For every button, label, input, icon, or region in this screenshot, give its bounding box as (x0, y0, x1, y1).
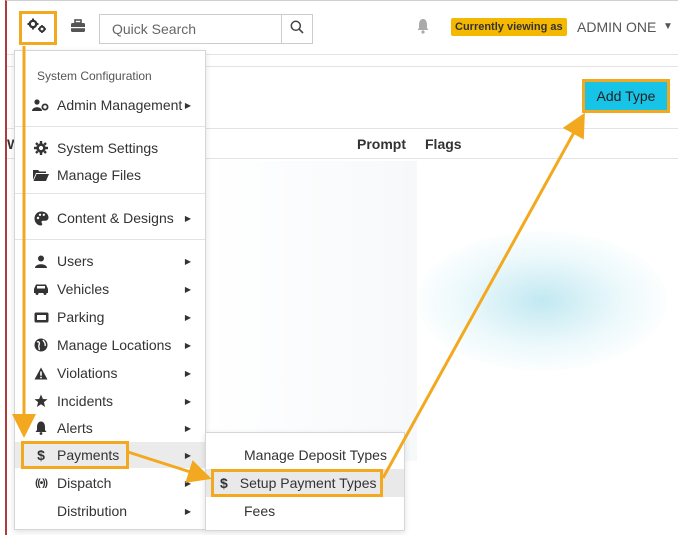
menu-item-distribution[interactable]: Distribution ▶ (15, 498, 205, 524)
broadcast-icon: ((•)) (35, 477, 48, 489)
bell-icon (31, 421, 51, 435)
menu-item-label: Incidents (57, 393, 114, 409)
column-header-flags[interactable]: Flags (425, 136, 462, 152)
menu-item-label: Vehicles (57, 281, 110, 297)
search-icon (290, 20, 304, 39)
chevron-right-icon: ▶ (184, 423, 191, 433)
menu-item-label: Dispatch (57, 475, 112, 491)
chevron-right-icon: ▶ (184, 312, 191, 322)
star-icon (31, 394, 51, 408)
car-icon (31, 283, 51, 295)
menu-item-violations[interactable]: Violations ▶ (15, 360, 205, 386)
system-config-button[interactable] (19, 11, 57, 45)
gear-icon (31, 141, 51, 155)
system-config-menu: System Configuration Admin Management ▶ … (14, 50, 206, 530)
menu-divider (15, 193, 205, 194)
warning-icon (31, 367, 51, 380)
chevron-right-icon: ▶ (184, 213, 191, 223)
viewing-as-badge: Currently viewing as (451, 18, 567, 36)
current-user-dropdown[interactable]: ADMIN ONE (577, 19, 656, 35)
globe-icon (31, 338, 51, 352)
menu-item-manage-locations[interactable]: Manage Locations ▶ (15, 332, 205, 358)
menu-item-label: Users (57, 253, 94, 269)
menu-item-label: Violations (57, 365, 118, 381)
menu-item-label: Alerts (57, 420, 93, 436)
menu-item-label: Manage Locations (57, 337, 172, 353)
chevron-right-icon: ▶ (184, 100, 191, 110)
menu-item-dispatch[interactable]: ((•)) Dispatch ▶ (15, 470, 205, 496)
submenu-item-label: Manage Deposit Types (244, 447, 387, 463)
menu-item-parking[interactable]: Parking ▶ (15, 304, 205, 330)
payments-submenu: Manage Deposit Types $ Setup Payment Typ… (205, 432, 405, 531)
menu-item-incidents[interactable]: Incidents ▶ (15, 388, 205, 414)
toolbox-button[interactable] (65, 15, 91, 41)
submenu-item-fees[interactable]: Fees (206, 497, 404, 525)
menu-item-system-settings[interactable]: System Settings (15, 135, 205, 161)
notifications-bell-icon[interactable] (417, 18, 431, 36)
chevron-right-icon: ▶ (184, 368, 191, 378)
menu-item-admin-management[interactable]: Admin Management ▶ (15, 92, 205, 118)
setup-payment-highlight-outline (211, 469, 383, 497)
menu-divider (15, 239, 205, 240)
palette-icon (31, 211, 51, 226)
menu-section-title: System Configuration (37, 69, 152, 83)
menu-item-users[interactable]: Users ▶ (15, 248, 205, 274)
user-icon (31, 255, 51, 268)
menu-item-label: Content & Designs (57, 210, 174, 226)
submenu-item-label: Fees (244, 503, 276, 519)
menu-item-manage-files[interactable]: Manage Files (15, 162, 205, 188)
column-header-prompt[interactable]: Prompt (357, 136, 406, 152)
menu-item-alerts[interactable]: Alerts ▶ (15, 415, 205, 441)
users-cog-icon (31, 99, 51, 111)
submenu-item-manage-deposit-types[interactable]: Manage Deposit Types (206, 441, 404, 469)
menu-item-label: Admin Management (57, 97, 183, 113)
add-type-button[interactable]: Add Type (582, 79, 670, 113)
parking-icon (31, 312, 51, 323)
chevron-down-icon[interactable]: ▼ (663, 21, 673, 32)
menu-item-label: System Settings (57, 140, 159, 156)
quick-search-input[interactable] (99, 14, 281, 44)
content-glow (417, 231, 667, 371)
menu-divider (15, 126, 205, 127)
chevron-right-icon: ▶ (184, 256, 191, 266)
chevron-right-icon: ▶ (184, 396, 191, 406)
menu-item-vehicles[interactable]: Vehicles ▶ (15, 276, 205, 302)
menu-item-content-designs[interactable]: Content & Designs ▶ (15, 205, 205, 231)
chevron-right-icon: ▶ (184, 450, 191, 460)
content-background (207, 161, 417, 461)
chevron-right-icon: ▶ (184, 284, 191, 294)
folder-open-icon (31, 169, 51, 181)
briefcase-icon (70, 18, 86, 38)
menu-item-label: Distribution (57, 503, 128, 519)
gears-icon (27, 18, 49, 39)
payments-highlight-outline (21, 441, 129, 469)
chevron-right-icon: ▶ (184, 340, 191, 350)
menu-item-label: Manage Files (57, 167, 142, 183)
chevron-right-icon: ▶ (184, 478, 191, 488)
menu-item-label: Parking (57, 309, 105, 325)
top-bar: Currently viewing as ADMIN ONE ▼ (7, 1, 678, 55)
chevron-right-icon: ▶ (184, 506, 191, 516)
search-button[interactable] (281, 14, 313, 44)
